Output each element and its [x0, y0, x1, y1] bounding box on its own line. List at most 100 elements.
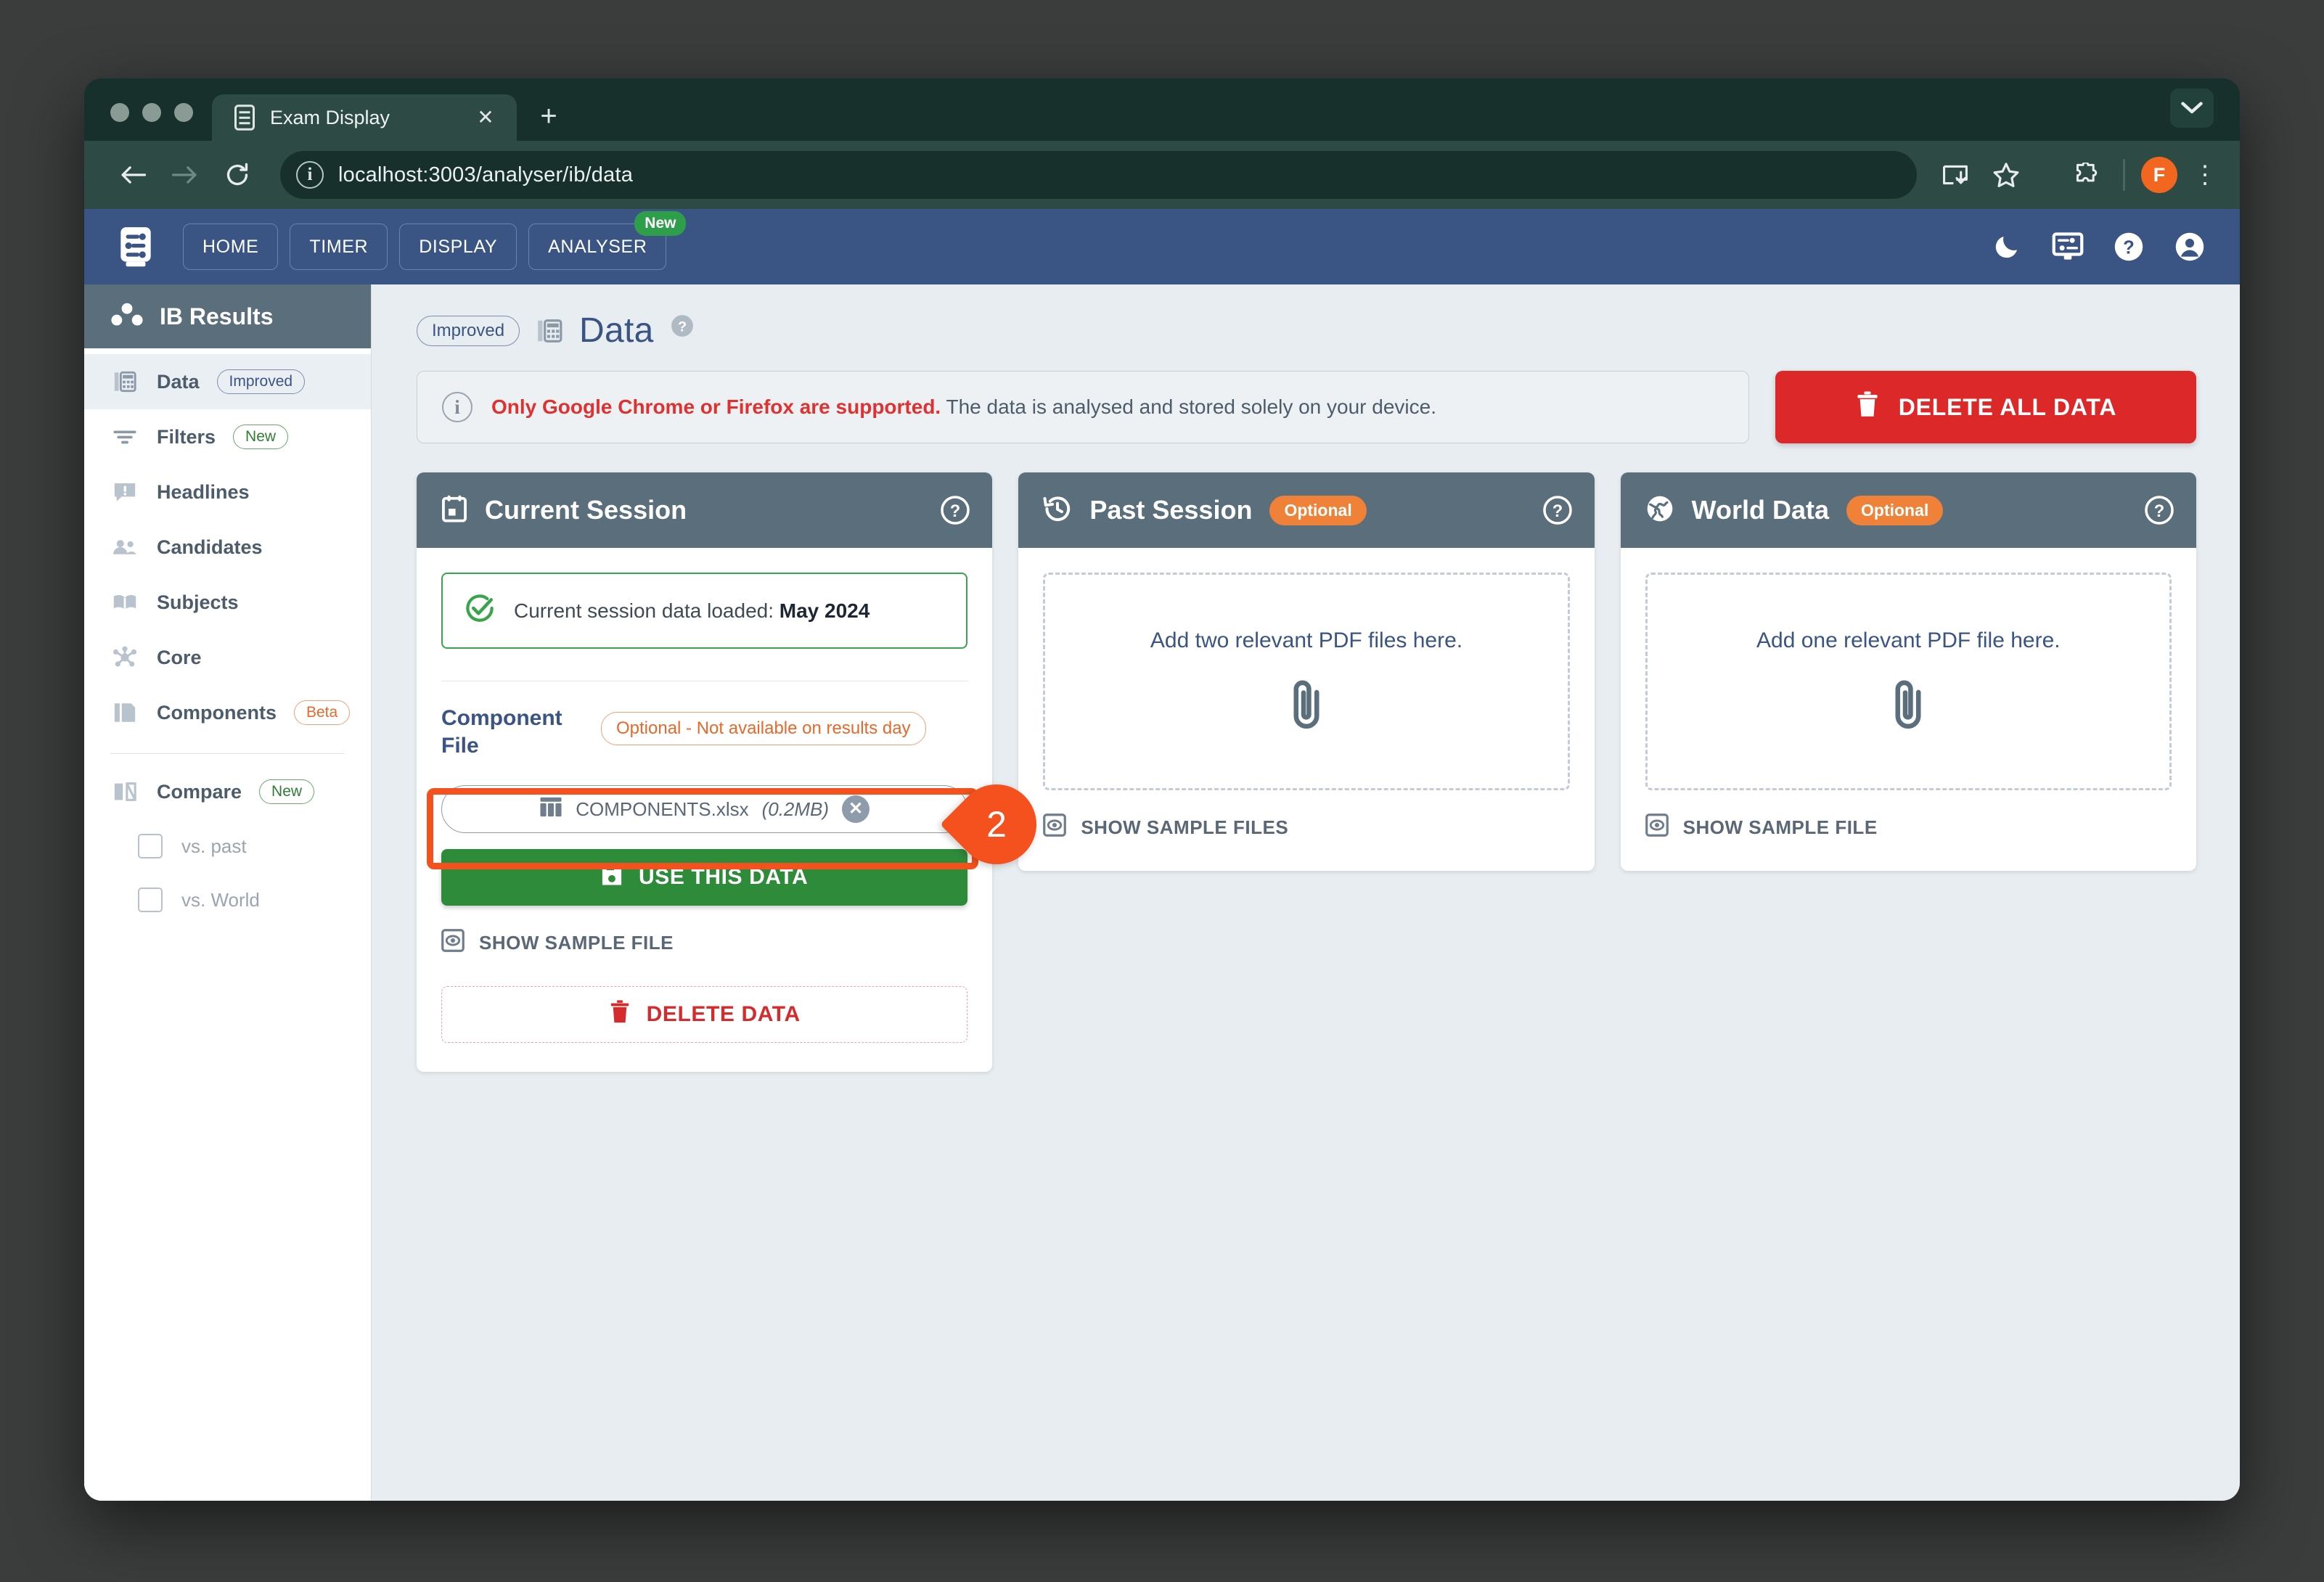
maximize-window-button[interactable] — [174, 103, 193, 122]
sidebar-item-core[interactable]: Core — [84, 630, 371, 685]
session-loaded-value: May 2024 — [779, 599, 870, 622]
browser-toolbar: i localhost:3003/analyser/ib/data F ⋮ — [84, 141, 2240, 209]
use-this-data-button[interactable]: USE THIS DATA — [441, 849, 968, 906]
forward-arrow-icon[interactable] — [161, 151, 209, 199]
svg-text:?: ? — [2123, 238, 2135, 258]
show-sample-file-link[interactable]: SHOW SAMPLE FILE — [441, 929, 967, 957]
chevron-down-icon[interactable] — [2170, 89, 2214, 128]
card-body: Add one relevant PDF file here. SHOW SAM… — [1621, 548, 2196, 871]
help-circle-icon[interactable]: ? — [940, 495, 970, 525]
help-circle-icon[interactable]: ? — [2144, 495, 2174, 525]
past-session-card: Past Session Optional ? Add two relevant… — [1018, 472, 1595, 871]
preview-icon — [441, 929, 465, 957]
svg-text:?: ? — [2154, 502, 2164, 521]
card-title: World Data — [1691, 495, 1830, 525]
sidebar-item-badge: New — [233, 425, 289, 449]
sidebar-item-label: Core — [157, 646, 202, 668]
sidebar-item-candidates[interactable]: Candidates — [84, 520, 371, 575]
account-circle-icon[interactable] — [2173, 230, 2206, 263]
paperclip-icon — [1285, 678, 1328, 735]
sidebar-item-badge: New — [259, 779, 315, 804]
exam-display-logo[interactable] — [113, 224, 158, 269]
banner-text: Only Google Chrome or Firefox are suppor… — [491, 396, 1436, 419]
star-icon[interactable] — [1982, 151, 2030, 199]
compare-option-label: vs. past — [181, 835, 247, 857]
info-icon[interactable]: i — [296, 161, 324, 189]
help-circle-icon[interactable]: ? — [2112, 230, 2145, 263]
check-circle-icon — [465, 593, 495, 628]
card-header: Current Session ? — [417, 472, 993, 548]
sidebar-item-headlines[interactable]: Headlines — [84, 464, 371, 520]
sidebar-item-components[interactable]: Components Beta — [84, 685, 371, 740]
dark-mode-moon-icon[interactable] — [1990, 230, 2024, 263]
trash-icon — [609, 999, 631, 1030]
browser-tab-title: Exam Display — [270, 106, 390, 128]
world-data-dropzone[interactable]: Add one relevant PDF file here. — [1645, 573, 2172, 790]
close-icon[interactable]: ✕ — [473, 105, 498, 130]
remove-circle-icon[interactable]: ✕ — [842, 795, 870, 823]
help-circle-icon[interactable]: ? — [1542, 495, 1573, 525]
delete-all-data-label: DELETE ALL DATA — [1898, 393, 2117, 420]
reload-icon[interactable] — [213, 151, 261, 199]
show-sample-files-label: SHOW SAMPLE FILES — [1081, 816, 1289, 838]
sidebar-item-badge: Beta — [294, 700, 351, 725]
help-circle-icon[interactable]: ? — [670, 313, 695, 338]
save-icon — [601, 863, 623, 892]
component-file-tag: Optional - Not available on results day — [601, 712, 926, 745]
show-sample-file-link[interactable]: SHOW SAMPLE FILE — [1645, 813, 2172, 842]
session-loaded-text: Current session data loaded: May 2024 — [514, 599, 870, 623]
card-header: World Data Optional ? — [1620, 472, 2196, 548]
component-file-label: Component File — [441, 706, 562, 758]
show-sample-files-link[interactable]: SHOW SAMPLE FILES — [1043, 813, 1569, 842]
sidebar-item-label: Subjects — [157, 591, 239, 613]
calendar-icon — [441, 495, 467, 526]
back-arrow-icon[interactable] — [109, 151, 157, 199]
sidebar-item-data[interactable]: Data Improved — [84, 354, 371, 409]
nav-item-label: TIMER — [309, 236, 369, 257]
delete-all-data-button[interactable]: DELETE ALL DATA — [1775, 371, 2196, 443]
display-settings-icon[interactable] — [2051, 230, 2084, 263]
app-body: IB Results Data Improved Filters New Hea… — [84, 284, 2240, 1501]
address-bar[interactable]: i localhost:3003/analyser/ib/data — [280, 151, 1917, 199]
kebab-menu-icon[interactable]: ⋮ — [2190, 162, 2219, 187]
nav-item-timer[interactable]: TIMER — [290, 224, 388, 270]
browser-tab[interactable]: Exam Display ✕ — [212, 94, 517, 141]
nav-item-label: ANALYSER — [548, 236, 647, 257]
use-this-data-label: USE THIS DATA — [638, 865, 809, 889]
nav-item-display[interactable]: DISPLAY — [399, 224, 517, 270]
sidebar-item-compare[interactable]: Compare New — [84, 764, 371, 819]
checkbox[interactable] — [138, 888, 163, 912]
sidebar-item-subjects[interactable]: Subjects — [84, 575, 371, 630]
annotation-step-pin: 2 — [940, 768, 1053, 881]
nav-item-label: DISPLAY — [419, 236, 498, 257]
browser-window: Exam Display ✕ + i localhost:3003/analys… — [84, 78, 2240, 1501]
delete-data-label: DELETE DATA — [646, 1002, 801, 1026]
uploaded-file-chip[interactable]: COMPONENTS.xlsx (0.2MB) ✕ — [441, 785, 968, 833]
install-app-icon[interactable] — [1931, 151, 1979, 199]
app-nav-actions: ? — [1990, 230, 2214, 263]
current-session-card: Current Session ? Current session data l… — [417, 472, 993, 1072]
compare-option-label: vs. World — [181, 888, 260, 911]
profile-avatar[interactable]: F — [2141, 157, 2177, 193]
svg-text:?: ? — [678, 319, 687, 335]
puzzle-piece-icon[interactable] — [2062, 151, 2110, 199]
new-tab-button[interactable]: + — [528, 96, 569, 136]
banner-warning-text: Only Google Chrome or Firefox are suppor… — [491, 396, 941, 418]
table-data-icon — [536, 318, 563, 344]
sidebar-item-label: Components — [157, 701, 277, 724]
nav-item-home[interactable]: HOME — [183, 224, 279, 270]
main-content: Improved Data ? i Only Google Chrome or … — [372, 284, 2240, 1501]
dropzone-text: Add one relevant PDF file here. — [1756, 628, 2061, 652]
close-window-button[interactable] — [110, 103, 129, 122]
svg-text:?: ? — [950, 502, 960, 521]
delete-data-button[interactable]: DELETE DATA — [441, 986, 968, 1043]
nav-item-analyser[interactable]: ANALYSER New — [528, 211, 687, 270]
minimize-window-button[interactable] — [142, 103, 161, 122]
compare-option-vs-past[interactable]: vs. past — [84, 819, 371, 873]
past-session-dropzone[interactable]: Add two relevant PDF files here. — [1043, 573, 1570, 790]
compare-option-vs-world[interactable]: vs. World — [84, 873, 371, 927]
optional-badge: Optional — [1846, 495, 1944, 525]
sidebar-item-filters[interactable]: Filters New — [84, 409, 371, 464]
sidebar-item-label: Filters — [157, 425, 216, 448]
checkbox[interactable] — [138, 834, 163, 858]
